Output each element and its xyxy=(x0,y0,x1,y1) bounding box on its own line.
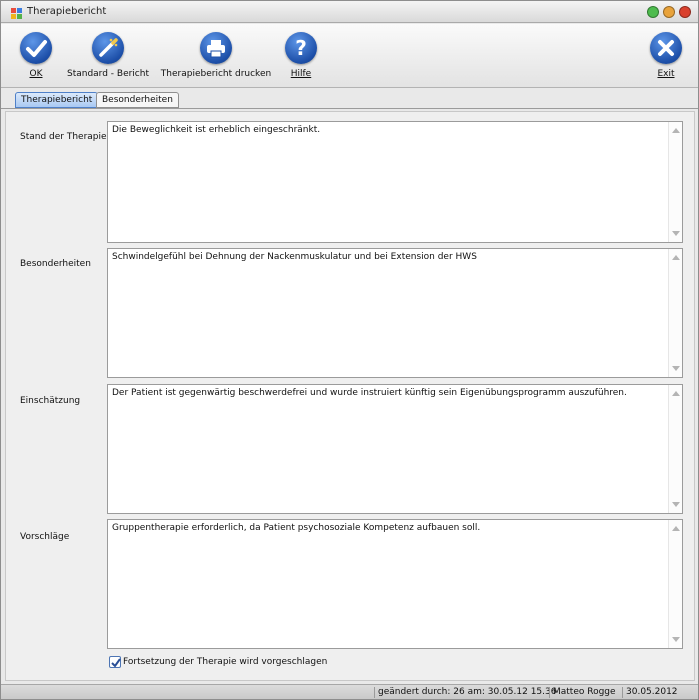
status-date: 30.05.2012 xyxy=(622,687,681,698)
assessment-label: Einschätzung xyxy=(20,396,81,406)
close-x-icon xyxy=(650,32,682,64)
tab-besonderheiten[interactable]: Besonderheiten xyxy=(96,92,179,108)
suggestions-scrollbar[interactable] xyxy=(668,520,682,648)
assessment-scrollbar[interactable] xyxy=(668,385,682,513)
question-mark-icon: ? xyxy=(285,32,317,64)
exit-label: Exit xyxy=(657,69,675,79)
printer-icon xyxy=(200,32,232,64)
therapy-status-scrollbar[interactable] xyxy=(668,122,682,242)
suggestions-label: Vorschläge xyxy=(20,532,70,542)
print-report-label: Therapiebericht drucken xyxy=(160,69,272,79)
scroll-up-icon[interactable] xyxy=(672,128,680,133)
scroll-down-icon[interactable] xyxy=(672,231,680,236)
scroll-down-icon[interactable] xyxy=(672,502,680,507)
scroll-up-icon[interactable] xyxy=(672,391,680,396)
checkmark-small-icon xyxy=(111,658,121,668)
special-features-label: Besonderheiten xyxy=(20,259,91,269)
suggestions-textarea[interactable]: Gruppentherapie erforderlich, da Patient… xyxy=(107,519,683,649)
continuation-label: Fortsetzung der Therapie wird vorgeschla… xyxy=(123,657,328,667)
toolbar: OK Standard - Bericht Therapiebericht dr… xyxy=(1,24,698,88)
scroll-up-icon[interactable] xyxy=(672,255,680,260)
special-features-scrollbar[interactable] xyxy=(668,249,682,377)
therapy-status-textarea[interactable]: Die Beweglichkeit ist erheblich eingesch… xyxy=(107,121,683,243)
maximize-button[interactable] xyxy=(663,6,675,18)
help-button[interactable]: ? Hilfe xyxy=(285,32,317,79)
therapy-status-text: Die Beweglichkeit ist erheblich eingesch… xyxy=(112,125,321,135)
scroll-down-icon[interactable] xyxy=(672,637,680,642)
standard-report-label: Standard - Bericht xyxy=(66,69,149,79)
status-bar: geändert durch: 26 am: 30.05.12 15.36 Ma… xyxy=(1,684,698,699)
help-label: Hilfe xyxy=(290,69,312,79)
exit-button[interactable]: Exit xyxy=(650,32,682,79)
standard-report-button[interactable]: Standard - Bericht xyxy=(65,32,151,79)
checkmark-icon xyxy=(20,32,52,64)
close-window-button[interactable] xyxy=(679,6,691,18)
print-report-button[interactable]: Therapiebericht drucken xyxy=(158,32,274,79)
therapy-report-window: Therapiebericht OK Standard - Bericht Th… xyxy=(0,0,699,700)
scroll-down-icon[interactable] xyxy=(672,366,680,371)
special-features-text: Schwindelgefühl bei Dehnung der Nackenmu… xyxy=(112,252,477,262)
window-title: Therapiebericht xyxy=(27,6,107,17)
magic-wand-icon xyxy=(92,32,124,64)
status-changed-by: geändert durch: 26 am: 30.05.12 15.36 xyxy=(374,687,559,698)
tab-therapiebericht[interactable]: Therapiebericht xyxy=(15,92,99,108)
tab-bar: Therapiebericht Besonderheiten xyxy=(1,89,698,109)
suggestions-text: Gruppentherapie erforderlich, da Patient… xyxy=(112,523,481,533)
tab-divider xyxy=(1,108,698,109)
ok-button[interactable]: OK xyxy=(20,32,52,79)
ok-label: OK xyxy=(29,69,43,79)
assessment-textarea[interactable]: Der Patient ist gegenwärtig beschwerdefr… xyxy=(107,384,683,514)
status-user: Matteo Rogge xyxy=(549,687,619,698)
assessment-text: Der Patient ist gegenwärtig beschwerdefr… xyxy=(112,388,627,398)
title-bar: Therapiebericht xyxy=(1,1,698,23)
special-features-textarea[interactable]: Schwindelgefühl bei Dehnung der Nackenmu… xyxy=(107,248,683,378)
continuation-checkbox[interactable] xyxy=(109,656,121,668)
scroll-up-icon[interactable] xyxy=(672,526,680,531)
minimize-button[interactable] xyxy=(647,6,659,18)
therapy-status-label: Stand der Therapie xyxy=(20,132,107,142)
app-icon xyxy=(11,8,22,19)
